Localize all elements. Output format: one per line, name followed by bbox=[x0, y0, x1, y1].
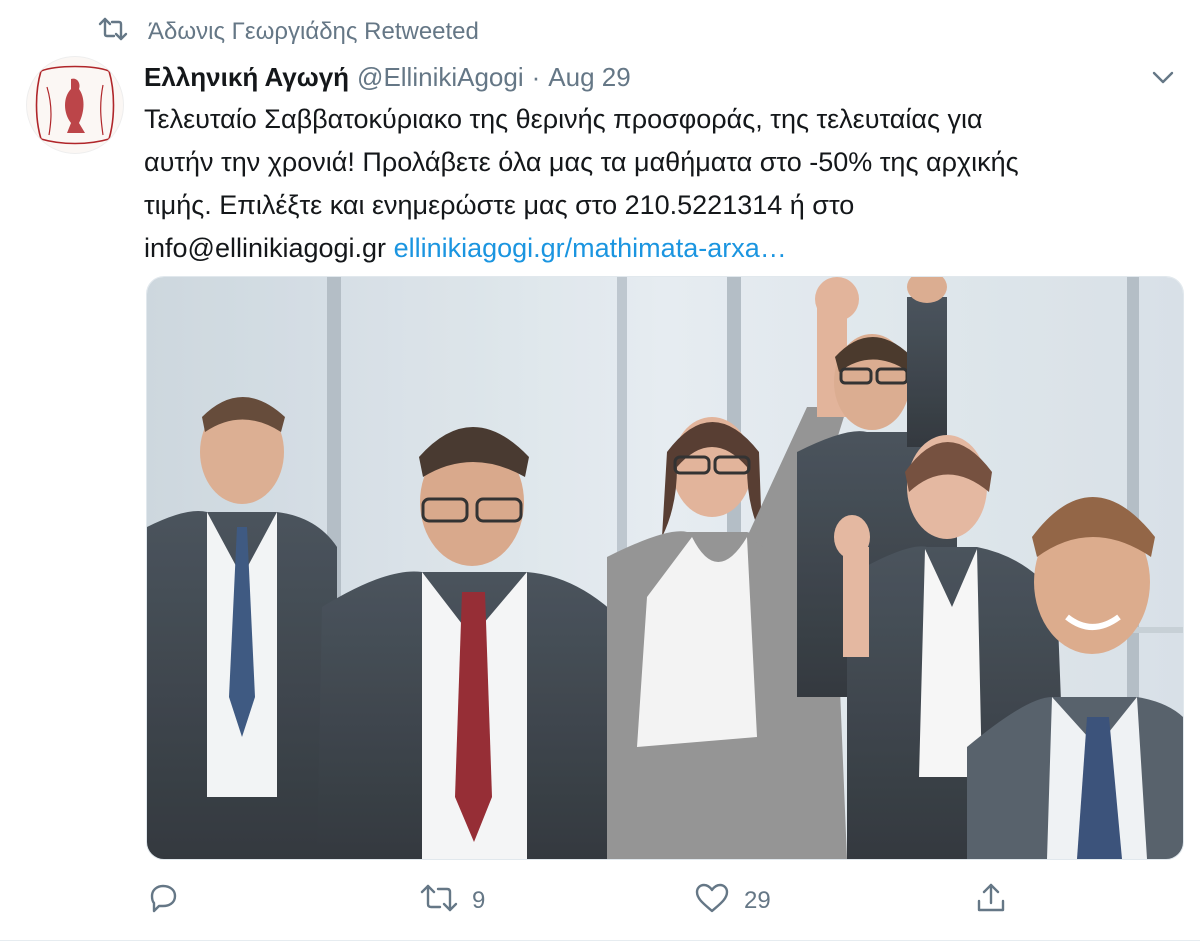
tweet-header: Ελληνική Αγωγή @EllinikiAgogi · Aug 29 bbox=[144, 58, 631, 96]
chevron-down-icon[interactable] bbox=[1148, 62, 1178, 92]
avatar[interactable] bbox=[26, 56, 124, 154]
tweet-text-line-last: info@ellinikiagogi.gr ellinikiagogi.gr/m… bbox=[144, 227, 1184, 270]
tweet-divider bbox=[0, 940, 1200, 941]
display-name[interactable]: Ελληνική Αγωγή bbox=[144, 62, 349, 93]
tweet-text-line: αυτήν την χρονιά! Προλάβετε όλα μας τα μ… bbox=[144, 147, 1019, 177]
tweet-text: Τελευταίο Σαββατοκύριακο της θερινής προ… bbox=[144, 98, 1184, 270]
like-button[interactable]: 29 bbox=[694, 878, 771, 924]
tweet-text-line: τιμής. Επιλέξτε και ενημερώστε μας στο 2… bbox=[144, 190, 855, 220]
retweet-icon bbox=[98, 17, 128, 48]
tweet-photo[interactable] bbox=[146, 276, 1184, 860]
like-icon bbox=[694, 882, 730, 921]
header-separator: · bbox=[531, 61, 541, 92]
tweet-link[interactable]: ellinikiagogi.gr/mathimata-arxa… bbox=[394, 233, 787, 263]
retweet-button[interactable]: 9 bbox=[420, 878, 485, 924]
reply-button[interactable] bbox=[146, 878, 194, 924]
share-icon bbox=[974, 881, 1008, 922]
email-text: info@ellinikiagogi.gr bbox=[144, 233, 387, 263]
reply-icon bbox=[146, 881, 180, 922]
tweet-text-line: Τελευταίο Σαββατοκύριακο της θερινής προ… bbox=[144, 104, 983, 134]
retweeted-by-label[interactable]: Άδωνις Γεωργιάδης Retweeted bbox=[148, 18, 479, 46]
like-count: 29 bbox=[744, 887, 771, 914]
retweet-icon bbox=[420, 883, 458, 920]
tweet-actions: 9 29 bbox=[146, 878, 1186, 924]
retweet-count: 9 bbox=[472, 887, 486, 914]
tweet-date[interactable]: Aug 29 bbox=[548, 62, 630, 93]
retweet-context: Άδωνις Γεωργιάδης Retweeted bbox=[98, 14, 479, 50]
share-button[interactable] bbox=[974, 878, 1008, 924]
user-handle[interactable]: @EllinikiAgogi bbox=[357, 62, 524, 93]
